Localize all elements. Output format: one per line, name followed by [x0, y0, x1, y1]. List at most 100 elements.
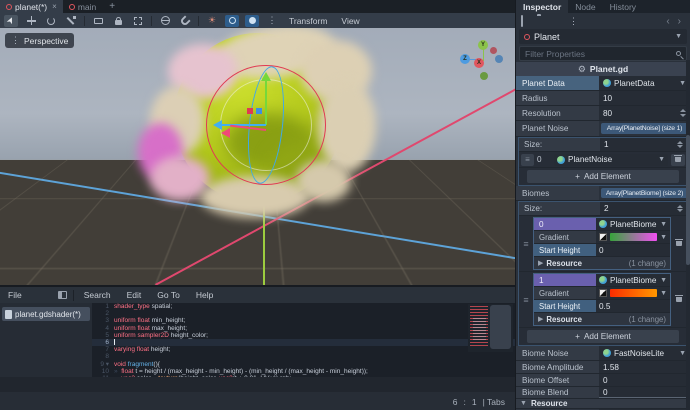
code-line[interactable]: 9 ▾void fragment(){ [92, 361, 515, 368]
planet-noise-array-button[interactable]: Array[PlanetNoise] (size 1) [601, 123, 688, 134]
history-forward-icon[interactable]: › [678, 16, 681, 27]
axis-ball-neg-z[interactable] [495, 55, 503, 63]
code-line[interactable]: 2 [92, 310, 515, 317]
inspector-menu-icon[interactable]: ⋮ [569, 16, 578, 27]
drag-handle-icon[interactable]: ≡ [519, 273, 533, 326]
axis-ball-x[interactable]: X [474, 58, 484, 68]
code-line[interactable]: 10» float t = height / (max_height - min… [92, 368, 515, 375]
code-line[interactable]: 7varying float height; [92, 346, 515, 353]
inspector-scrollbar[interactable] [686, 60, 690, 410]
planet-data-dropdown[interactable]: PlanetData ▼ [599, 76, 690, 90]
ruler-tool-button[interactable] [91, 15, 105, 27]
start-height-input[interactable]: 0.5 [596, 300, 670, 312]
code-minimap[interactable] [468, 304, 513, 352]
3d-viewport[interactable]: ⋮ Perspective Y Z X [0, 28, 515, 285]
edited-node-selector[interactable]: Planet ▼ [519, 29, 687, 44]
noise-size-input[interactable]: 1 [600, 138, 687, 151]
biome-type-dropdown[interactable]: PlanetBiome ▼ [596, 274, 670, 286]
file-menu[interactable]: File [0, 290, 30, 300]
script-section-header[interactable]: ⚙ Planet.gd [516, 62, 690, 76]
gradient-edit-icon[interactable] [599, 289, 607, 297]
code-line[interactable]: 1shader_type spatial; [92, 303, 515, 310]
preview-environment-toggle[interactable] [225, 15, 239, 27]
drag-handle-icon[interactable]: ≡ [521, 154, 534, 166]
lock-node-button[interactable] [111, 15, 125, 27]
local-space-toggle[interactable] [158, 15, 172, 27]
snap-toggle[interactable] [178, 15, 192, 27]
start-height-input[interactable]: 0 [596, 244, 670, 256]
gizmo-plane-handle-x[interactable] [247, 108, 253, 114]
tab-inspector[interactable]: Inspector [516, 0, 568, 13]
gradient-editor[interactable]: ▼ [596, 287, 670, 299]
code-line[interactable]: 5uniform sampler2D height_color; [92, 332, 515, 339]
edit-menu[interactable]: Edit [119, 290, 150, 300]
biomes-size-input[interactable]: 2 [600, 202, 687, 215]
planet-noise-dropdown[interactable]: PlanetNoise ▼ [554, 154, 668, 166]
code-line[interactable]: 3uniform float min_height; [92, 317, 515, 324]
add-scene-tab-button[interactable]: + [102, 0, 122, 13]
gradient-preview[interactable] [610, 233, 657, 241]
scene-tab-planet[interactable]: planet(*) × [0, 0, 63, 13]
gradient-editor[interactable]: ▼ [596, 231, 670, 243]
biome-blend-slider[interactable]: 0 [599, 387, 690, 398]
biomes-array-button[interactable]: Array[PlanetBiome] (size 2) [601, 188, 688, 198]
transform-menu[interactable]: Transform [285, 16, 331, 26]
scrollbar-thumb[interactable] [686, 135, 690, 265]
resource-foldout[interactable]: ▶ Resource (1 change) [534, 257, 670, 269]
load-resource-button[interactable] [537, 16, 547, 26]
axis-ball-neg-y[interactable] [480, 72, 488, 80]
delete-biome-button[interactable] [671, 217, 687, 270]
delete-biome-button[interactable] [671, 273, 687, 326]
minimap-view-region[interactable] [490, 305, 511, 349]
stepper-icon[interactable] [677, 205, 683, 213]
tab-history[interactable]: History [603, 0, 643, 13]
perspective-menu-button[interactable]: ⋮ Perspective [5, 33, 74, 48]
resolution-input[interactable]: 80 [599, 106, 690, 120]
stepper-icon[interactable] [677, 141, 683, 149]
resource-foldout[interactable]: ▶ Resource (1 change) [534, 313, 670, 325]
search-menu[interactable]: Search [76, 290, 119, 300]
radius-input[interactable]: 10 [599, 91, 690, 105]
move-tool-button[interactable] [24, 15, 38, 27]
biome-noise-dropdown[interactable]: FastNoiseLite ▼ [599, 346, 690, 360]
viewport-menu-button[interactable]: ⋮ [265, 15, 279, 27]
axis-ball-z[interactable]: Z [460, 54, 470, 64]
code-line[interactable]: 6 [92, 339, 515, 346]
biome-offset-input[interactable]: 0 [599, 374, 690, 386]
biome-amplitude-input[interactable]: 1.58 [599, 361, 690, 373]
scene-tab-main[interactable]: main [63, 0, 102, 13]
gizmo-y-axis-handle[interactable] [265, 80, 267, 125]
axis-ball-y[interactable]: Y [478, 40, 488, 50]
gradient-preview[interactable] [610, 289, 657, 297]
toggle-files-panel-icon[interactable] [58, 291, 67, 299]
indent-type[interactable]: | Tabs [483, 397, 505, 407]
group-node-button[interactable] [131, 15, 145, 27]
shader-code-editor[interactable]: 1shader_type spatial;23uniform float min… [92, 303, 515, 377]
select-tool-button[interactable]: ➤ [4, 15, 18, 27]
shader-file-item[interactable]: planet.gdshader(*) [2, 307, 90, 321]
filter-properties-field[interactable] [519, 46, 687, 61]
camera-preview-toggle[interactable] [245, 15, 259, 27]
history-back-icon[interactable]: ‹ [666, 16, 669, 27]
code-line[interactable]: 11» vec3 color = texture(height_color, v… [92, 375, 515, 377]
axis-orientation-gizmo[interactable]: Y Z X [450, 34, 510, 84]
close-icon[interactable]: × [52, 2, 57, 11]
new-resource-button[interactable] [521, 16, 531, 26]
add-element-button[interactable]: + Add Element [527, 330, 679, 343]
code-line[interactable]: 8 [92, 353, 515, 360]
help-menu[interactable]: Help [188, 290, 221, 300]
gradient-edit-icon[interactable] [599, 233, 607, 241]
drag-handle-icon[interactable]: ≡ [519, 217, 533, 270]
rotate-tool-button[interactable] [44, 15, 58, 27]
biome-type-dropdown[interactable]: PlanetBiome ▼ [596, 218, 670, 230]
gizmo-plane-handle-z[interactable] [256, 108, 262, 114]
delete-element-button[interactable] [671, 154, 685, 166]
preview-sun-toggle[interactable]: ☀ [205, 15, 219, 27]
tab-node[interactable]: Node [568, 0, 602, 13]
code-line[interactable]: 4uniform float max_height; [92, 325, 515, 332]
goto-menu[interactable]: Go To [149, 290, 188, 300]
view-menu[interactable]: View [337, 16, 363, 26]
filter-properties-input[interactable] [525, 49, 676, 59]
axis-ball-neg-x[interactable] [490, 47, 497, 54]
scale-tool-button[interactable] [64, 15, 78, 27]
